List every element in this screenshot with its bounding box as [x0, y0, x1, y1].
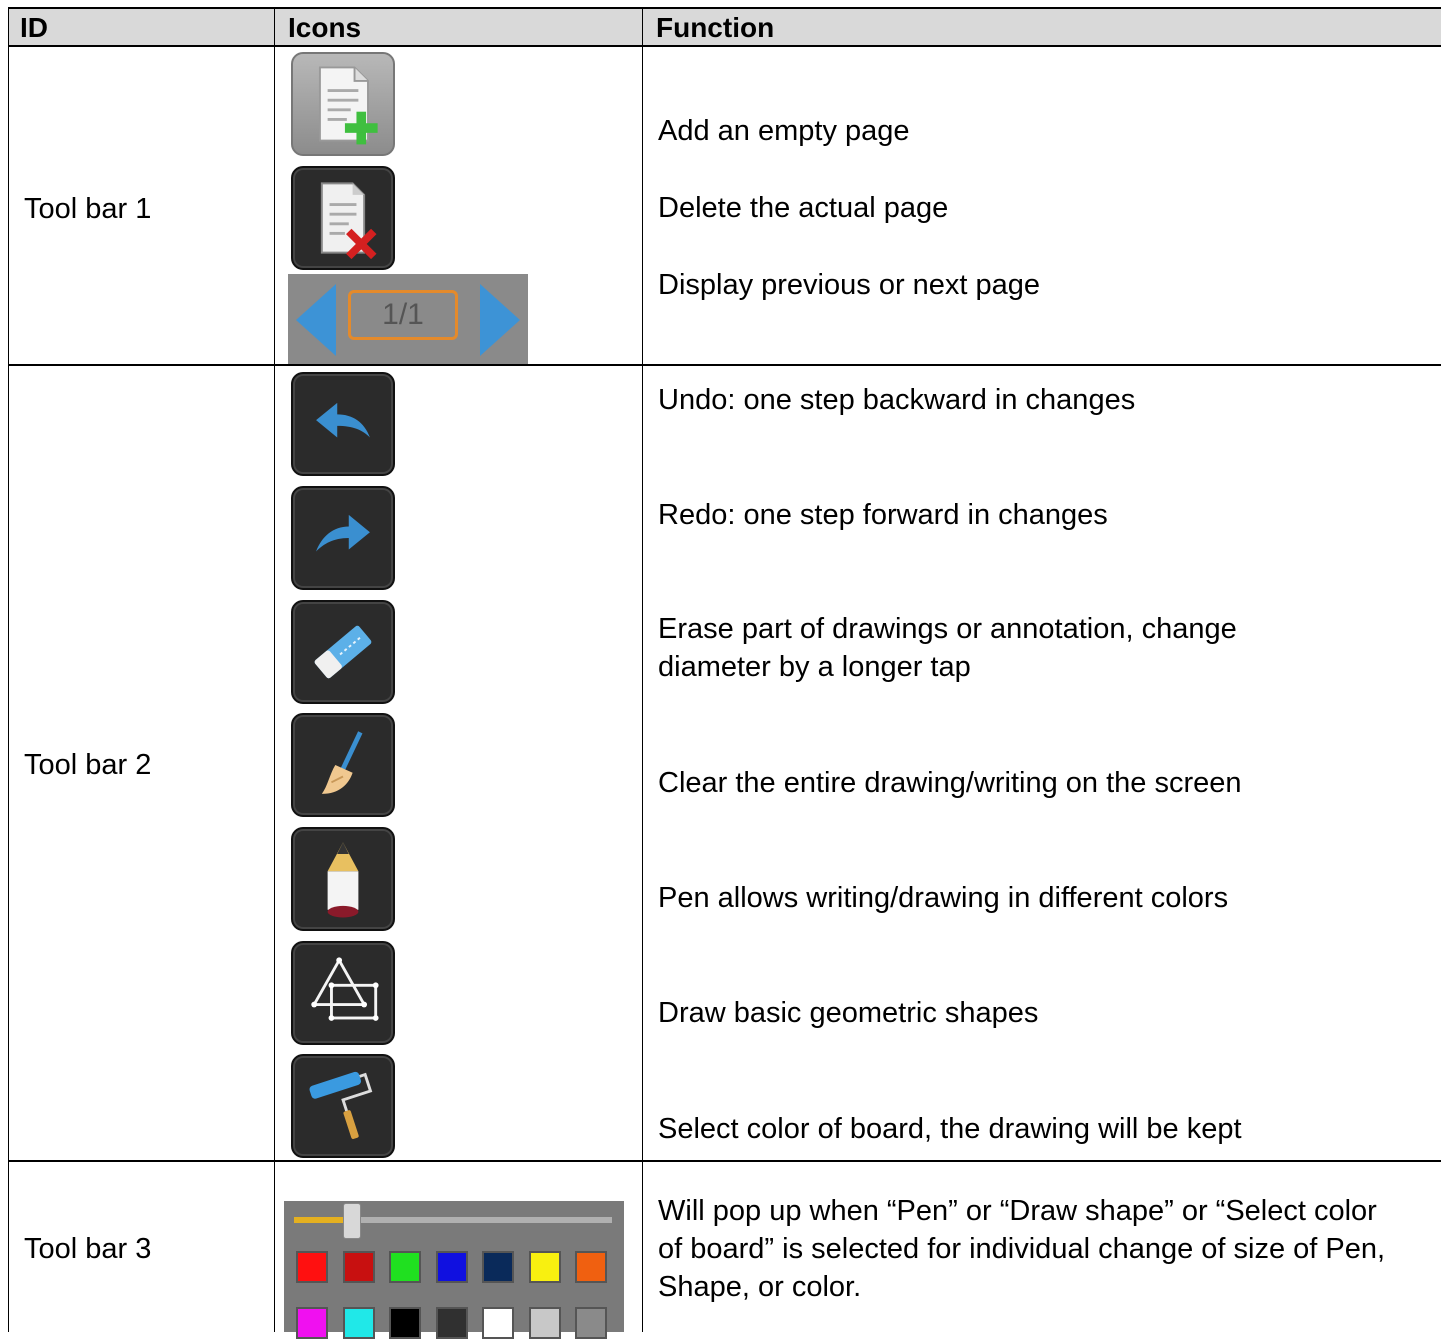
column-divider	[274, 8, 275, 1332]
color-swatch[interactable]	[389, 1307, 421, 1339]
row-id-toolbar-1: Tool bar 1	[24, 193, 152, 225]
row-id-toolbar-3: Tool bar 3	[24, 1233, 152, 1265]
function-text: Erase part of drawings or annotation, ch…	[658, 613, 1237, 683]
size-slider-and-color-palette	[284, 1201, 624, 1339]
color-swatch[interactable]	[482, 1251, 514, 1283]
column-divider	[642, 8, 643, 1332]
function-text: Select color of board, the drawing will …	[658, 1113, 1242, 1145]
delete-page-icon[interactable]	[291, 166, 395, 270]
shapes-icon[interactable]	[291, 941, 395, 1045]
previous-page-icon[interactable]	[294, 282, 338, 358]
color-swatch[interactable]	[296, 1251, 328, 1283]
color-swatch[interactable]	[389, 1251, 421, 1283]
color-swatch[interactable]	[342, 1307, 375, 1339]
table-top-border	[8, 7, 1441, 9]
function-text: Draw basic geometric shapes	[658, 997, 1039, 1029]
header-bottom-border	[8, 45, 1441, 47]
function-text: Delete the actual page	[658, 192, 949, 224]
page-indicator: 1/1	[348, 290, 458, 340]
function-text: Add an empty page	[658, 115, 910, 147]
column-divider	[8, 8, 9, 1332]
paint-roller-icon[interactable]	[291, 1054, 395, 1158]
header-function: Function	[656, 12, 775, 43]
add-page-icon[interactable]	[291, 52, 395, 156]
function-text: Pen allows writing/drawing in different …	[658, 882, 1229, 914]
color-swatch[interactable]	[342, 1251, 375, 1283]
broom-icon[interactable]	[291, 713, 395, 817]
color-swatch[interactable]	[575, 1307, 607, 1339]
color-swatch[interactable]	[575, 1251, 607, 1283]
row-divider	[8, 1160, 1441, 1162]
function-text: Will pop up when “Pen” or “Draw shape” o…	[658, 1195, 1386, 1303]
next-page-icon[interactable]	[478, 282, 522, 358]
color-swatch[interactable]	[435, 1307, 468, 1339]
color-swatch[interactable]	[482, 1307, 514, 1339]
function-text: Redo: one step forward in changes	[658, 499, 1108, 531]
function-text: Clear the entire drawing/writing on the …	[658, 767, 1242, 799]
row-id-toolbar-2: Tool bar 2	[24, 749, 152, 781]
eraser-icon[interactable]	[291, 600, 395, 704]
header-id: ID	[20, 12, 48, 43]
pen-icon[interactable]	[291, 827, 395, 931]
color-swatch[interactable]	[296, 1307, 328, 1339]
color-swatch[interactable]	[435, 1251, 468, 1283]
color-swatch[interactable]	[528, 1307, 561, 1339]
header-icons: Icons	[288, 12, 362, 43]
function-text: Display previous or next page	[658, 269, 1041, 301]
function-text: Undo: one step backward in changes	[658, 384, 1136, 416]
redo-icon[interactable]	[291, 486, 395, 590]
color-swatch[interactable]	[528, 1251, 561, 1283]
page-navigation-icon[interactable]: 1/1	[288, 274, 528, 364]
row-divider	[8, 364, 1441, 366]
size-slider-handle[interactable]	[343, 1203, 361, 1239]
undo-icon[interactable]	[291, 372, 395, 476]
